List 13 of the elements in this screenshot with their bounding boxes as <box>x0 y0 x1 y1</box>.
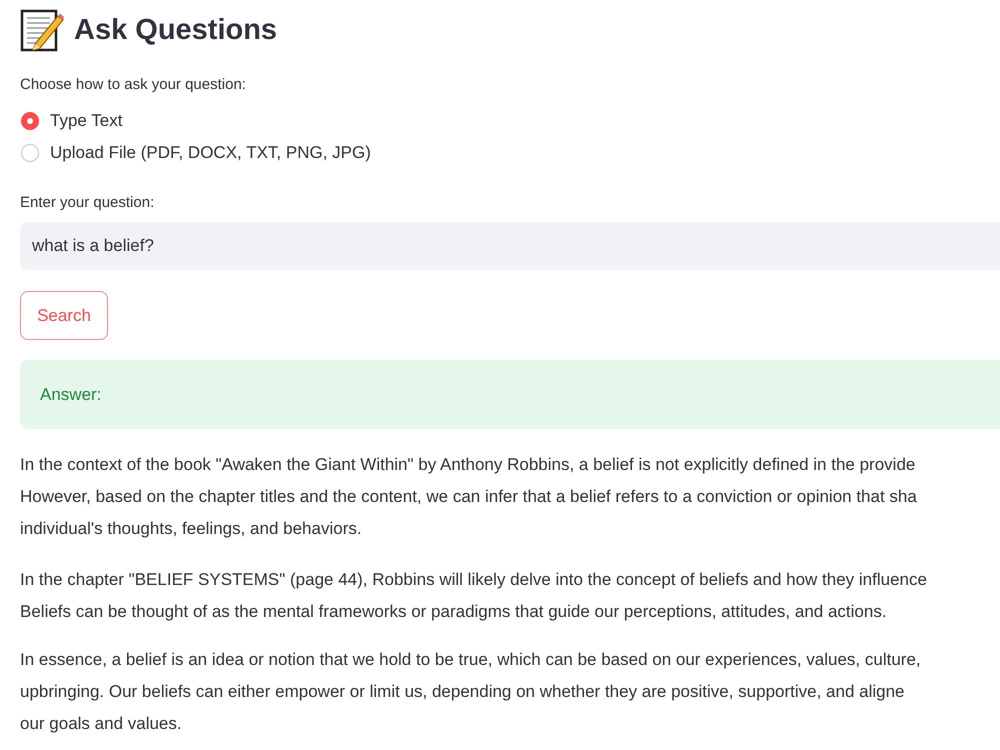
notepad-pencil-icon <box>20 8 64 52</box>
answer-paragraph: In essence, a belief is an idea or notion that we hold to be true, which can be based on our experiences, values, culture, upbringing. Our beliefs can either empower or limit us, depending on whether they are positive, supportive, and aligne our goals and values. <box>20 649 921 735</box>
radio-group-label: Choose how to ask your question: <box>20 75 246 95</box>
question-input-field[interactable]: what is a belief? <box>20 222 1000 270</box>
answer-paragraph: In the chapter "BELIEF SYSTEMS" (page 44), Robbins will likely delve into the concept of beliefs and how they influence Beliefs can be thought of as the mental frameworks or paradigms that guide our perceptions, attitudes, and actions. <box>20 569 927 623</box>
radio-icon[interactable] <box>21 144 39 162</box>
input-label: Enter your question: <box>20 193 154 213</box>
answer-paragraph: In the context of the book "Awaken the Giant Within" by Anthony Robbins, a belief is not explicitly defined in the provide However, based on the chapter titles and the content, we can infer that a belief refers to a conviction or opinion that sha individual's thoughts, feelings, and behaviors. <box>20 454 917 540</box>
page-title: Ask Questions <box>74 13 278 48</box>
radio-option-label[interactable]: Upload File (PDF, DOCX, TXT, PNG, JPG) <box>50 140 371 166</box>
answer-label: Answer: <box>40 384 102 406</box>
radio-selected-icon[interactable] <box>21 112 39 130</box>
radio-option-label[interactable]: Type Text <box>50 108 122 134</box>
